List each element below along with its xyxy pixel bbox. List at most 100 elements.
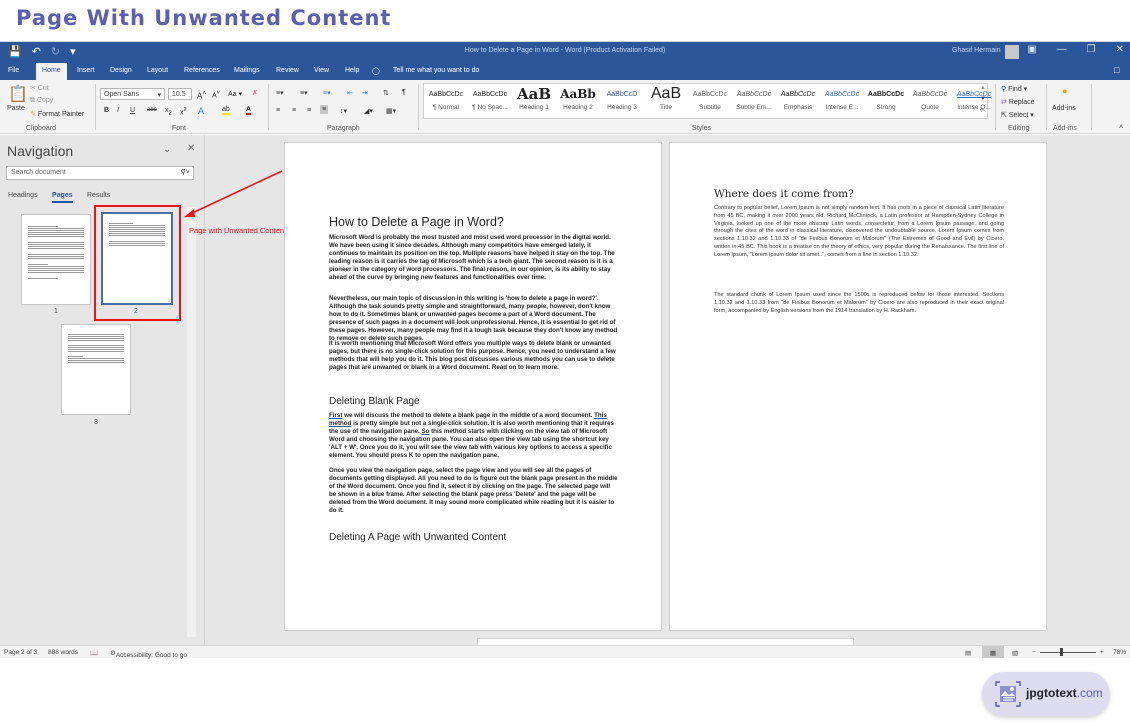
zoom-level[interactable]: 78%	[1113, 649, 1126, 656]
restore-icon[interactable]: ❐	[1087, 44, 1096, 55]
tab-layout[interactable]: Layout	[147, 67, 168, 74]
tab-pages[interactable]: Pages	[52, 192, 73, 203]
replace-icon: ⇄	[1001, 99, 1007, 106]
search-document-input[interactable]: Search document ⚲˅	[6, 166, 194, 180]
font-size-select[interactable]: 10.5	[168, 88, 192, 100]
tab-references[interactable]: References	[184, 67, 220, 74]
tab-review[interactable]: Review	[276, 67, 299, 74]
select-button[interactable]: ⇱ Select ▾	[1001, 111, 1034, 119]
zoom-out-button[interactable]: −	[1032, 649, 1036, 656]
underline-icon[interactable]: U	[130, 107, 135, 114]
style-intense-quote[interactable]: AaBbCcDc Intense Q...	[952, 84, 996, 111]
style-heading-3[interactable]: AaBbCcD Heading 3	[600, 84, 644, 111]
minimize-icon[interactable]: —	[1057, 44, 1067, 55]
text-effects-icon[interactable]: A	[198, 106, 204, 116]
word-count[interactable]: 888 words	[48, 649, 78, 656]
decrease-indent-icon[interactable]: ⇤	[347, 89, 353, 97]
collapse-ribbon-icon[interactable]: ˄	[1119, 124, 1123, 131]
print-layout-icon[interactable]: ▦	[982, 646, 1004, 658]
bullets-icon[interactable]: ≡▾	[276, 89, 284, 97]
style-quote[interactable]: AaBbCcDc Quote	[908, 84, 952, 111]
italic-icon[interactable]: I	[117, 107, 119, 114]
read-mode-icon[interactable]: ▤	[965, 649, 971, 657]
tab-home[interactable]: Home	[36, 63, 67, 80]
align-right-icon[interactable]: ≡	[307, 107, 311, 114]
find-button[interactable]: ⚲ Find ▾	[1001, 85, 1027, 93]
proofing-icon[interactable]: 📖	[90, 649, 98, 657]
pane-options-icon[interactable]: ⌄	[163, 144, 171, 155]
style-title[interactable]: AaB Title	[644, 84, 688, 111]
zoom-slider-track[interactable]	[1040, 652, 1096, 653]
document-page-2[interactable]: Where does it come from? Contrary to pop…	[669, 142, 1047, 631]
comments-icon[interactable]: □	[1114, 65, 1119, 75]
close-pane-icon[interactable]: ✕	[187, 143, 195, 154]
sort-icon[interactable]: ⇅	[383, 89, 389, 97]
ribbon-display-icon[interactable]: ▣	[1027, 44, 1036, 55]
paste-icon[interactable]: 📋	[8, 84, 28, 104]
tab-design[interactable]: Design	[110, 67, 132, 74]
increase-indent-icon[interactable]: ⇥	[362, 89, 368, 97]
page-count[interactable]: Page 2 of 3	[4, 649, 37, 656]
tab-results[interactable]: Results	[87, 192, 110, 199]
annotation-label: Page with Unwanted Content.	[189, 226, 289, 235]
paste-button[interactable]: Paste	[7, 105, 25, 112]
addins-button[interactable]: Add-ins	[1052, 105, 1076, 112]
navigation-pane: Navigation ⌄ ✕ Search document ⚲˅ Headin…	[0, 135, 205, 645]
style-heading-1[interactable]: AaB Heading 1	[512, 84, 556, 111]
multilevel-list-icon[interactable]: ≡▾	[323, 89, 331, 97]
web-layout-icon[interactable]: ▧	[1012, 649, 1018, 657]
tell-me-search[interactable]: Tell me what you want to do	[393, 67, 479, 74]
copy-button[interactable]: ⧉ Copy	[30, 97, 53, 105]
format-painter-button[interactable]: ✎ Format Painter	[30, 110, 84, 118]
font-name-select[interactable]: Open Sans ▾	[100, 88, 165, 100]
tab-view[interactable]: View	[314, 67, 329, 74]
style-subtle-emphasis[interactable]: AaBbCcDc Subtle Em...	[732, 84, 776, 111]
styles-more-icon[interactable]: ▿	[980, 107, 983, 114]
strikethrough-icon[interactable]: abc	[147, 107, 157, 113]
bold-icon[interactable]: B	[104, 107, 109, 114]
font-color-icon[interactable]: A	[246, 106, 252, 115]
replace-button[interactable]: ⇄ Replace	[1001, 98, 1035, 106]
zoom-slider-thumb[interactable]	[1060, 648, 1063, 656]
styles-scroll-up-icon[interactable]: ▲	[980, 85, 986, 91]
style-subtitle[interactable]: AaBbCcDc Subtitle	[688, 84, 732, 111]
style-heading-2[interactable]: AaBb Heading 2	[556, 84, 600, 111]
numbering-icon[interactable]: ≡▾	[300, 89, 308, 97]
highlight-color-icon[interactable]: ab	[222, 106, 230, 115]
justify-icon[interactable]: ≡	[320, 105, 329, 114]
document-page-1[interactable]: How to Delete a Page in Word? Microsoft …	[284, 142, 662, 631]
align-left-icon[interactable]: ≡	[276, 107, 280, 114]
page-thumbnail-1[interactable]	[21, 214, 91, 305]
style-normal[interactable]: AaBbCcDc ¶ Normal	[424, 84, 468, 111]
cut-button[interactable]: ✂ Cut	[30, 84, 49, 92]
navigation-scrollbar[interactable]	[187, 207, 196, 637]
page-thumbnail-3[interactable]	[61, 324, 131, 415]
clear-formatting-icon[interactable]: ✗	[252, 89, 258, 97]
close-icon[interactable]: ✕	[1116, 44, 1124, 55]
accessibility-status[interactable]: ⚙ Accessibility: Good to go	[110, 649, 187, 659]
tab-insert[interactable]: Insert	[77, 67, 95, 74]
style-no-spacing[interactable]: AaBbCcDc ¶ No Spac...	[468, 84, 512, 111]
show-marks-icon[interactable]: ¶	[402, 89, 406, 96]
tab-file[interactable]: File	[8, 67, 19, 74]
shading-icon[interactable]: ◢▾	[364, 107, 373, 115]
style-emphasis[interactable]: AaBbCcDc Emphasis	[776, 84, 820, 111]
align-center-icon[interactable]: ≡	[292, 107, 296, 114]
avatar[interactable]	[1005, 45, 1019, 59]
tab-mailings[interactable]: Mailings	[234, 67, 260, 74]
superscript-icon[interactable]: x2	[180, 107, 187, 116]
style-preview: AaBbCcDc	[867, 91, 905, 98]
style-intense-emphasis[interactable]: AaBbCcDc Intense E...	[820, 84, 864, 111]
zoom-in-button[interactable]: +	[1100, 649, 1104, 656]
grow-font-icon[interactable]: A˄	[197, 90, 206, 101]
subscript-icon[interactable]: x2	[165, 107, 172, 116]
borders-icon[interactable]: ▦▾	[386, 107, 396, 115]
style-strong[interactable]: AaBbCcDc Strong	[864, 84, 908, 111]
shrink-font-icon[interactable]: A˅	[212, 90, 220, 99]
styles-scroll-down-icon[interactable]: ▼	[980, 96, 986, 102]
tab-help[interactable]: Help	[345, 67, 359, 74]
line-spacing-icon[interactable]: ↕▾	[340, 107, 347, 115]
change-case-button[interactable]: Aa ▾	[228, 90, 242, 98]
tab-headings[interactable]: Headings	[8, 192, 38, 199]
user-name[interactable]: Ghasif Hermain	[952, 47, 1001, 54]
